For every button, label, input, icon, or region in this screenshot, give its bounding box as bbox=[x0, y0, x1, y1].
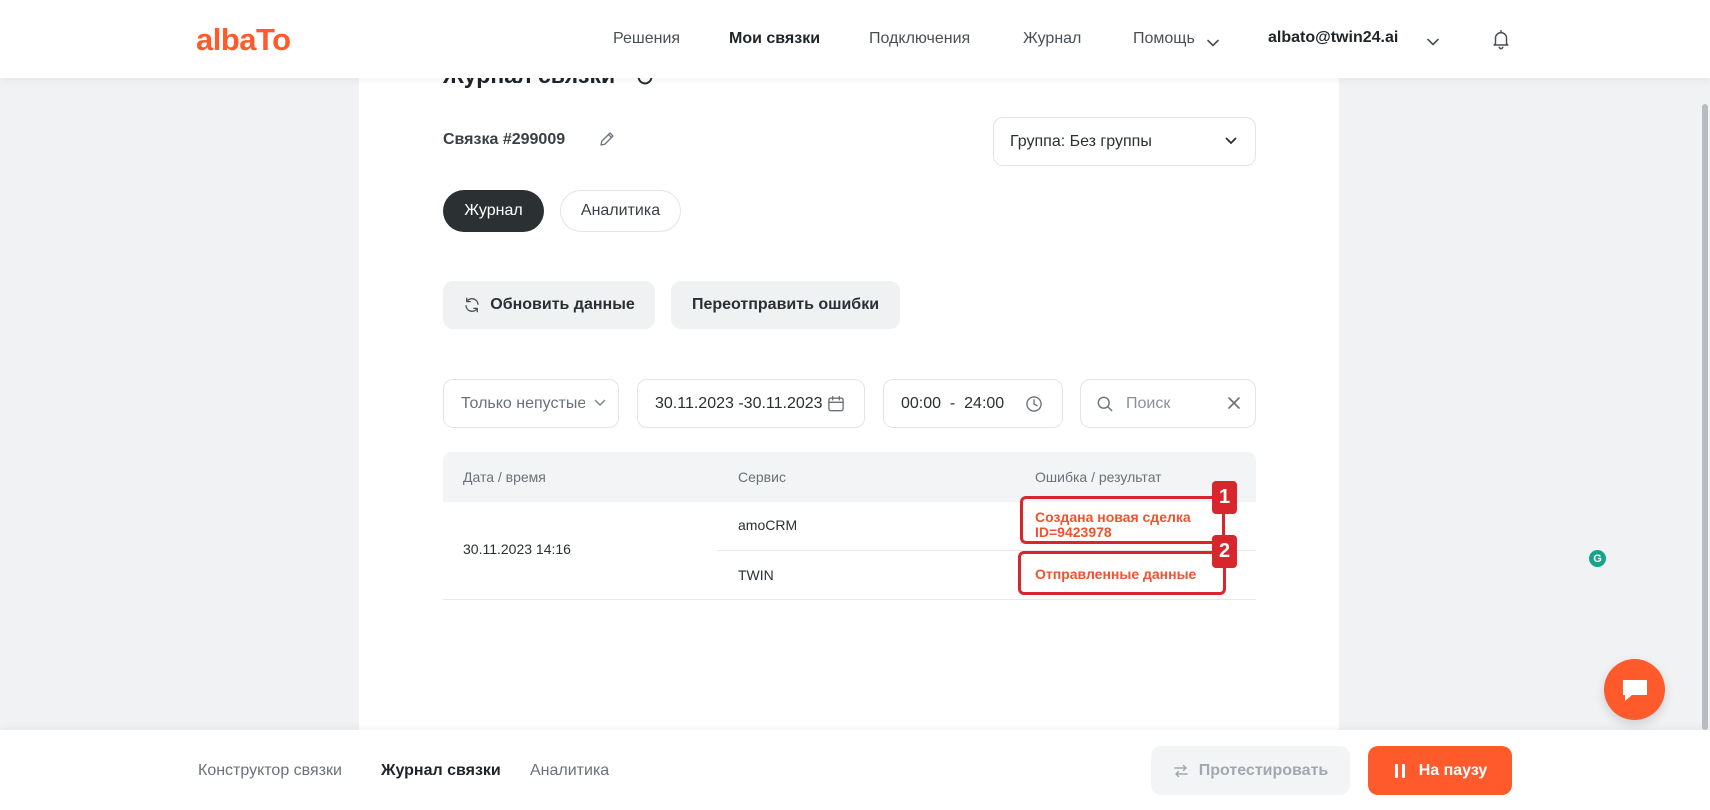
test-button-label: Протестировать bbox=[1198, 761, 1329, 779]
top-navbar: albaTo Решения Мои связки Подключения Жу… bbox=[0, 0, 1710, 78]
swap-arrows-icon bbox=[1174, 764, 1188, 777]
service-cell: amoCRM bbox=[738, 517, 798, 533]
chat-icon bbox=[1623, 680, 1647, 701]
row-datetime: 30.11.2023 14:16 bbox=[463, 541, 571, 557]
tab-journal[interactable]: Журнал bbox=[443, 190, 544, 232]
nav-my-bundles[interactable]: Мои связки bbox=[729, 30, 820, 48]
bell-icon[interactable] bbox=[1490, 28, 1512, 50]
non-empty-filter-select[interactable]: Только непустые bbox=[443, 379, 619, 428]
search-box bbox=[1080, 379, 1256, 428]
chevron-down-icon bbox=[594, 399, 606, 407]
resend-errors-button[interactable]: Переотправить ошибки bbox=[671, 281, 900, 329]
refresh-icon bbox=[465, 297, 479, 313]
table-bottom-divider bbox=[443, 599, 1256, 600]
tab-analytics[interactable]: Аналитика bbox=[560, 190, 681, 232]
group-select-value: Группа: Без группы bbox=[1010, 133, 1152, 150]
scrollbar[interactable] bbox=[1702, 104, 1708, 730]
nav-help-label: Помощь bbox=[1133, 30, 1195, 47]
main-card bbox=[359, 0, 1339, 730]
date-range-value: 30.11.2023 -30.11.2023 bbox=[655, 395, 823, 412]
column-header-datetime: Дата / время bbox=[463, 469, 546, 485]
time-range-picker[interactable]: 00:00 - 24:00 bbox=[883, 379, 1063, 428]
chat-button[interactable] bbox=[1604, 659, 1665, 720]
refresh-data-label: Обновить данные bbox=[490, 296, 635, 313]
annotation-box bbox=[1018, 551, 1226, 595]
user-email: albato@twin24.ai bbox=[1268, 29, 1399, 46]
column-header-service: Сервис bbox=[738, 469, 786, 485]
chevron-down-icon bbox=[1225, 137, 1237, 145]
calendar-icon bbox=[828, 395, 844, 412]
chevron-down-icon bbox=[1207, 34, 1220, 47]
close-icon[interactable] bbox=[1227, 396, 1241, 410]
tab-bundle-constructor[interactable]: Конструктор связки bbox=[198, 762, 342, 780]
user-menu[interactable]: albato@twin24.ai bbox=[1268, 29, 1439, 47]
annotation-badge: 1 bbox=[1212, 481, 1237, 514]
grammarly-icon[interactable]: G bbox=[1589, 550, 1606, 567]
bottom-toolbar: Конструктор связки Журнал связки Аналити… bbox=[0, 730, 1710, 810]
column-header-result: Ошибка / результат bbox=[1035, 469, 1162, 485]
refresh-data-button[interactable]: Обновить данные bbox=[443, 281, 655, 329]
service-cell: TWIN bbox=[738, 567, 774, 583]
nav-connections[interactable]: Подключения bbox=[869, 30, 970, 48]
annotation-badge: 2 bbox=[1212, 535, 1237, 568]
pencil-icon[interactable] bbox=[598, 130, 616, 148]
clock-icon bbox=[1026, 396, 1042, 412]
table-header: Дата / время Сервис Ошибка / результат bbox=[443, 452, 1256, 502]
tab-bundle-journal[interactable]: Журнал связки bbox=[381, 762, 501, 780]
chevron-down-icon bbox=[1426, 33, 1439, 46]
non-empty-filter-value: Только непустые bbox=[461, 395, 585, 412]
pause-icon bbox=[1394, 763, 1405, 778]
group-select[interactable]: Группа: Без группы bbox=[993, 117, 1256, 166]
nav-solutions[interactable]: Решения bbox=[613, 30, 680, 48]
test-button[interactable]: Протестировать bbox=[1151, 746, 1350, 795]
pause-button[interactable]: На паузу bbox=[1368, 746, 1512, 795]
search-icon bbox=[1097, 396, 1113, 412]
annotation-box bbox=[1020, 496, 1225, 544]
nav-journal[interactable]: Журнал bbox=[1023, 30, 1081, 48]
search-input[interactable] bbox=[1126, 392, 1221, 416]
date-range-picker[interactable]: 30.11.2023 -30.11.2023 bbox=[637, 379, 865, 428]
albato-logo[interactable]: albaTo bbox=[196, 22, 291, 58]
bundle-id-label: Связка #299009 bbox=[443, 131, 566, 148]
tab-bundle-analytics[interactable]: Аналитика bbox=[530, 762, 609, 780]
nav-help[interactable]: Помощь bbox=[1133, 30, 1220, 48]
pause-button-label: На паузу bbox=[1418, 761, 1488, 779]
time-range-value: 00:00 - 24:00 bbox=[901, 395, 1005, 412]
